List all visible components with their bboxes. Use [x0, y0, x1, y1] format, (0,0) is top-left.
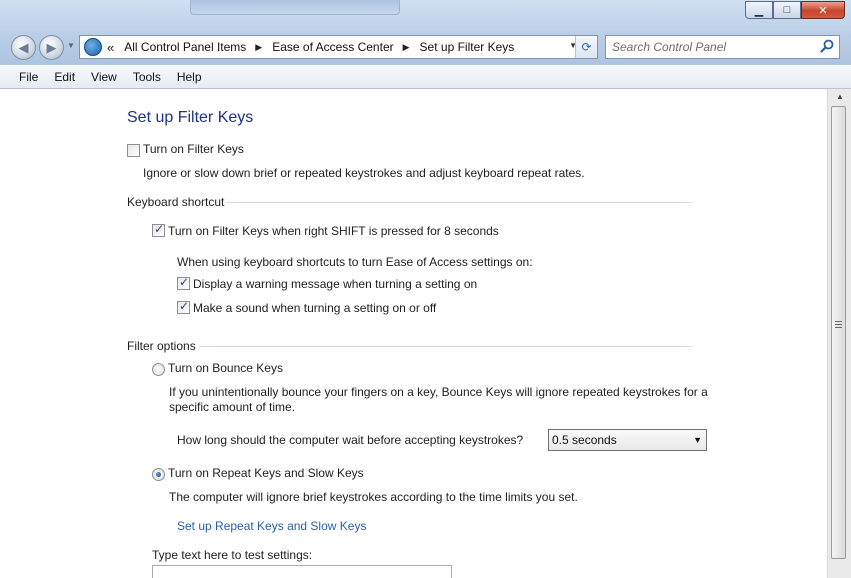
- shortcut-sub-heading: When using keyboard shortcuts to turn Ea…: [177, 255, 533, 269]
- search-input[interactable]: [612, 39, 812, 55]
- address-bar[interactable]: « All Control Panel Items ▶ Ease of Acce…: [79, 35, 598, 59]
- breadcrumb-overflow-icon[interactable]: «: [107, 40, 114, 55]
- bounce-keys-label[interactable]: Turn on Bounce Keys: [168, 361, 283, 375]
- minimize-button[interactable]: ▁: [745, 1, 773, 19]
- wait-time-label: How long should the computer wait before…: [177, 433, 524, 447]
- filter-keys-checkbox[interactable]: [127, 144, 140, 157]
- chevron-down-icon[interactable]: ▼: [693, 435, 702, 445]
- background-window-tab: [190, 0, 400, 15]
- bounce-keys-description-line1: If you unintentionally bounce your finge…: [169, 385, 708, 399]
- bounce-keys-description-line2: specific amount of time.: [169, 400, 296, 414]
- menu-view[interactable]: View: [83, 70, 125, 84]
- window-controls: ▁ □ ✕: [745, 1, 845, 19]
- wait-time-dropdown[interactable]: 0.5 seconds ▼: [548, 429, 707, 451]
- recent-pages-dropdown-icon[interactable]: ▼: [67, 41, 75, 50]
- page-title: Set up Filter Keys: [127, 109, 254, 126]
- sound-label[interactable]: Make a sound when turning a setting on o…: [193, 301, 436, 315]
- search-icon[interactable]: [820, 39, 834, 53]
- forward-button[interactable]: ▶: [39, 35, 64, 60]
- keyboard-shortcut-heading: Keyboard shortcut: [127, 195, 225, 209]
- breadcrumb-separator-icon[interactable]: ▶: [255, 42, 262, 53]
- filter-keys-label[interactable]: Turn on Filter Keys: [143, 142, 244, 156]
- breadcrumb-all-control-panel-items[interactable]: All Control Panel Items: [124, 40, 246, 54]
- shortcut-label[interactable]: Turn on Filter Keys when right SHIFT is …: [168, 224, 499, 238]
- menu-file[interactable]: File: [11, 70, 46, 84]
- warning-label[interactable]: Display a warning message when turning a…: [193, 277, 477, 291]
- wait-time-value: 0.5 seconds: [552, 433, 617, 447]
- menu-help[interactable]: Help: [169, 70, 210, 84]
- menu-bar: File Edit View Tools Help: [0, 65, 851, 89]
- menu-edit[interactable]: Edit: [46, 70, 83, 84]
- test-settings-input[interactable]: [152, 565, 452, 578]
- repeat-keys-settings-link[interactable]: Set up Repeat Keys and Slow Keys: [177, 519, 366, 533]
- search-box[interactable]: [605, 35, 840, 59]
- scroll-up-icon[interactable]: ▲: [833, 92, 847, 104]
- sound-checkbox[interactable]: [177, 299, 190, 314]
- warning-checkbox[interactable]: [177, 275, 190, 290]
- close-button[interactable]: ✕: [801, 1, 845, 19]
- maximize-button[interactable]: □: [773, 1, 801, 19]
- back-button[interactable]: ◀: [11, 35, 36, 60]
- breadcrumb-ease-of-access-center[interactable]: Ease of Access Center: [272, 40, 393, 54]
- scrollbar-thumb[interactable]: [831, 106, 846, 559]
- filter-keys-description: Ignore or slow down brief or repeated ke…: [143, 166, 585, 180]
- breadcrumb-set-up-filter-keys[interactable]: Set up Filter Keys: [420, 40, 515, 54]
- content-pane: Set up Filter Keys Turn on Filter Keys I…: [0, 89, 827, 578]
- breadcrumb-separator-icon[interactable]: ▶: [403, 42, 410, 53]
- test-settings-label: Type text here to test settings:: [152, 548, 313, 562]
- window-chrome: ▁ □ ✕ ◀ ▶ ▼ « All Control Panel Items ▶ …: [0, 0, 851, 65]
- shortcut-checkbox[interactable]: [152, 222, 165, 237]
- control-panel-icon: [84, 38, 102, 56]
- scrollbar-grip-icon: [835, 321, 842, 328]
- repeat-keys-radio[interactable]: [152, 468, 165, 481]
- bounce-keys-radio[interactable]: [152, 363, 165, 376]
- navigation-bar: ◀ ▶ ▼ « All Control Panel Items ▶ Ease o…: [0, 33, 851, 61]
- filter-options-heading: Filter options: [127, 339, 196, 353]
- section-divider: [226, 202, 692, 203]
- menu-tools[interactable]: Tools: [125, 70, 169, 84]
- title-bar[interactable]: ▁ □ ✕: [0, 0, 851, 28]
- vertical-scrollbar[interactable]: ▲: [827, 89, 851, 578]
- repeat-keys-description: The computer will ignore brief keystroke…: [169, 490, 578, 504]
- refresh-button[interactable]: ⟳: [575, 36, 597, 58]
- repeat-keys-label[interactable]: Turn on Repeat Keys and Slow Keys: [168, 466, 364, 480]
- section-divider: [199, 346, 692, 347]
